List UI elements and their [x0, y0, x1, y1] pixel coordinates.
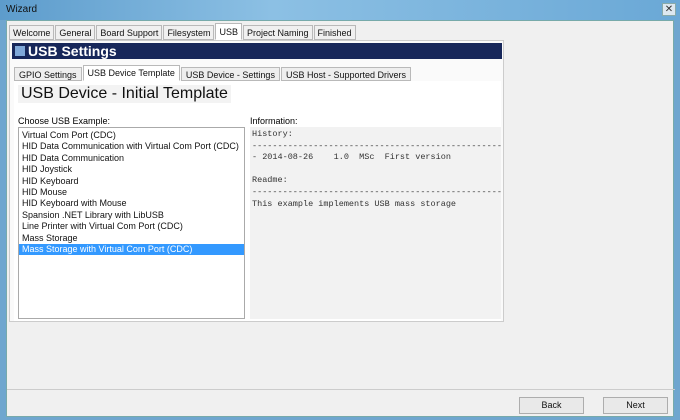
- page-heading: USB Device - Initial Template: [18, 85, 231, 103]
- list-item[interactable]: HID Data Communication with Virtual Com …: [19, 141, 244, 152]
- template-page: USB Device - Initial Template Choose USB…: [14, 81, 501, 321]
- close-button[interactable]: ✕: [662, 3, 676, 16]
- subtab-usb-device-settings[interactable]: USB Device - Settings: [180, 67, 280, 81]
- tab-usb[interactable]: USB: [215, 23, 242, 40]
- list-item[interactable]: HID Joystick: [19, 164, 244, 175]
- list-item[interactable]: HID Mouse: [19, 187, 244, 198]
- window-title: Wizard: [6, 4, 38, 15]
- wizard-window: Welcome General Board Support Filesystem USB…: [6, 20, 675, 417]
- list-label: Choose USB Example:: [18, 116, 111, 126]
- info-label: Information:: [250, 116, 298, 126]
- information-text: History: -------------------------------…: [250, 127, 501, 319]
- tab-welcome[interactable]: Welcome: [9, 25, 55, 40]
- banner-square-icon: [15, 46, 25, 56]
- tab-filesystem[interactable]: Filesystem: [163, 25, 215, 40]
- list-item[interactable]: Mass Storage with Virtual Com Port (CDC): [19, 243, 244, 256]
- list-item[interactable]: HID Keyboard: [19, 176, 244, 187]
- usb-subtabs: GPIO Settings USB Device Template USB Devi…: [14, 65, 412, 81]
- list-item[interactable]: Line Printer with Virtual Com Port (CDC): [19, 221, 244, 232]
- back-button[interactable]: Back: [519, 397, 584, 414]
- banner-title: USB Settings: [28, 43, 117, 59]
- wizard-tabs: Welcome General Board Support Filesystem USB…: [9, 23, 357, 40]
- list-item[interactable]: Spansion .NET Library with LibUSB: [19, 210, 244, 221]
- list-item[interactable]: HID Keyboard with Mouse: [19, 198, 244, 209]
- tab-project-naming[interactable]: Project Naming: [242, 25, 313, 40]
- title-bar: Wizard ✕: [0, 0, 680, 20]
- list-item[interactable]: HID Data Communication: [19, 153, 244, 164]
- subtab-gpio-settings[interactable]: GPIO Settings: [14, 67, 82, 81]
- tab-board-support[interactable]: Board Support: [96, 25, 163, 40]
- list-item[interactable]: Virtual Com Port (CDC): [19, 130, 244, 141]
- subtab-usb-host-supported-drivers[interactable]: USB Host - Supported Drivers: [280, 67, 411, 81]
- tab-finished[interactable]: Finished: [313, 25, 356, 40]
- subtab-usb-device-template[interactable]: USB Device Template: [82, 65, 180, 81]
- section-banner: USB Settings: [12, 43, 502, 59]
- footer-divider: [7, 389, 675, 390]
- tab-general[interactable]: General: [55, 25, 96, 40]
- list-item[interactable]: Mass Storage: [19, 233, 244, 244]
- usb-panel: USB Settings GPIO Settings USB Device Tem…: [9, 40, 504, 322]
- next-button[interactable]: Next: [603, 397, 668, 414]
- usb-example-list[interactable]: Virtual Com Port (CDC) HID Data Communica…: [18, 127, 245, 319]
